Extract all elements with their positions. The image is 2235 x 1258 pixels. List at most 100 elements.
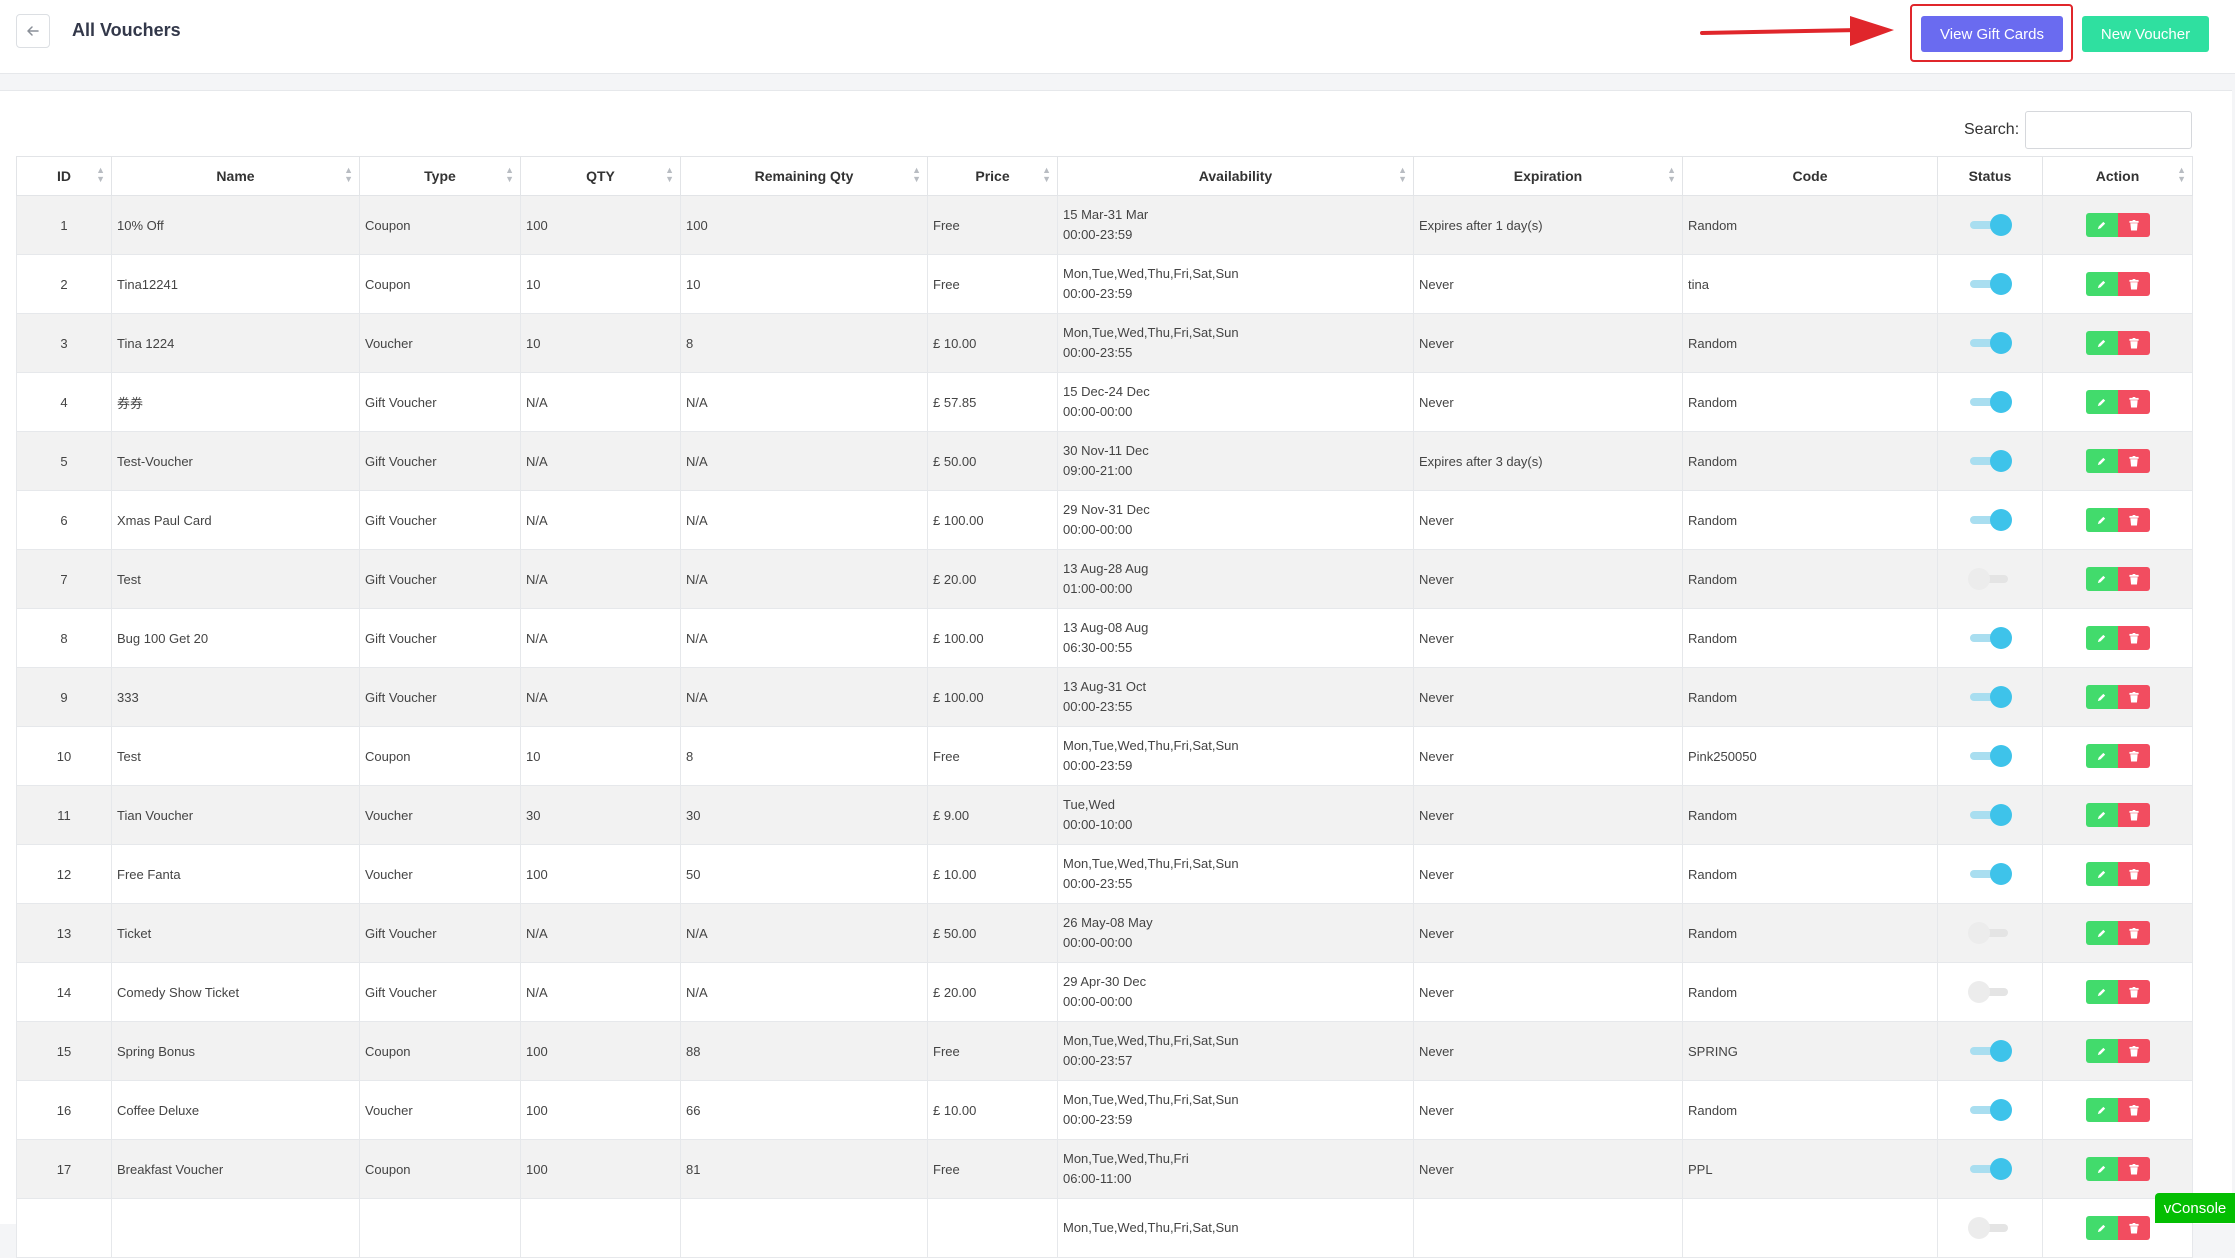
delete-button[interactable] <box>2117 567 2150 591</box>
cell-type: Voucher <box>359 1080 521 1140</box>
status-toggle[interactable] <box>1968 745 2012 767</box>
delete-button[interactable] <box>2117 744 2150 768</box>
status-toggle[interactable] <box>1968 568 2012 590</box>
status-toggle[interactable] <box>1968 1217 2012 1239</box>
edit-button[interactable] <box>2085 685 2118 709</box>
column-header[interactable]: Expiration ▲ ▼ <box>1413 156 1683 196</box>
view-gift-cards-button[interactable]: View Gift Cards <box>1921 16 2063 52</box>
sort-icon[interactable]: ▲ ▼ <box>1398 166 1407 184</box>
delete-button[interactable] <box>2117 331 2150 355</box>
edit-button[interactable] <box>2085 862 2118 886</box>
availability-time: 06:30-00:55 <box>1063 640 1133 655</box>
cell-remaining: N/A <box>680 608 928 668</box>
edit-button[interactable] <box>2085 921 2118 945</box>
edit-button[interactable] <box>2085 803 2118 827</box>
column-header[interactable]: Status <box>1937 156 2043 196</box>
edit-button[interactable] <box>2085 567 2118 591</box>
status-toggle[interactable] <box>1968 332 2012 354</box>
edit-button[interactable] <box>2085 508 2118 532</box>
table-row: 14 Comedy Show Ticket Gift Voucher N/A N/A £ … <box>16 962 2193 1022</box>
sort-icon[interactable]: ▲ ▼ <box>1667 166 1676 184</box>
cell-type: Gift Voucher <box>359 490 521 550</box>
sort-icon[interactable]: ▲ ▼ <box>1042 166 1051 184</box>
edit-button[interactable] <box>2085 1098 2118 1122</box>
toggle-knob <box>1990 214 2012 236</box>
sort-icon[interactable]: ▲ ▼ <box>912 166 921 184</box>
status-toggle[interactable] <box>1968 1099 2012 1121</box>
status-toggle[interactable] <box>1968 214 2012 236</box>
back-button[interactable] <box>16 14 50 48</box>
status-toggle[interactable] <box>1968 863 2012 885</box>
delete-button[interactable] <box>2117 626 2150 650</box>
status-toggle[interactable] <box>1968 686 2012 708</box>
delete-button[interactable] <box>2117 508 2150 532</box>
new-voucher-button[interactable]: New Voucher <box>2082 16 2209 52</box>
column-header[interactable]: ID ▲ ▼ <box>16 156 112 196</box>
edit-button[interactable] <box>2085 980 2118 1004</box>
status-toggle[interactable] <box>1968 1158 2012 1180</box>
edit-button[interactable] <box>2085 449 2118 473</box>
column-header[interactable]: Price ▲ ▼ <box>927 156 1058 196</box>
status-toggle[interactable] <box>1968 922 2012 944</box>
delete-button[interactable] <box>2117 1098 2150 1122</box>
column-header[interactable]: Action ▲ ▼ <box>2042 156 2193 196</box>
column-header[interactable]: QTY ▲ ▼ <box>520 156 681 196</box>
edit-button[interactable] <box>2085 626 2118 650</box>
cell-price: £ 100.00 <box>927 490 1058 550</box>
vconsole-button[interactable]: vConsole <box>2155 1193 2235 1223</box>
pencil-icon <box>2097 280 2106 288</box>
delete-button[interactable] <box>2117 1039 2150 1063</box>
availability-days: Mon,Tue,Wed,Thu,Fri,Sat,Sun <box>1063 266 1239 281</box>
table-row: 8 Bug 100 Get 20 Gift Voucher N/A N/A £ 100.0… <box>16 608 2193 668</box>
sort-icon[interactable]: ▲ ▼ <box>2177 166 2186 184</box>
trash-icon <box>2128 868 2139 880</box>
edit-button[interactable] <box>2085 1216 2118 1240</box>
sort-icon[interactable]: ▲ ▼ <box>505 166 514 184</box>
edit-button[interactable] <box>2085 1039 2118 1063</box>
status-toggle[interactable] <box>1968 273 2012 295</box>
delete-button[interactable] <box>2117 921 2150 945</box>
column-header[interactable]: Remaining Qty ▲ ▼ <box>680 156 928 196</box>
edit-button[interactable] <box>2085 213 2118 237</box>
cell-type <box>359 1198 521 1258</box>
delete-button[interactable] <box>2117 1216 2150 1240</box>
delete-button[interactable] <box>2117 272 2150 296</box>
cell-name: Coffee Deluxe <box>111 1080 360 1140</box>
cell-price: Free <box>927 195 1058 255</box>
delete-button[interactable] <box>2117 390 2150 414</box>
delete-button[interactable] <box>2117 803 2150 827</box>
status-toggle[interactable] <box>1968 509 2012 531</box>
status-toggle[interactable] <box>1968 391 2012 413</box>
sort-icon[interactable]: ▲ ▼ <box>665 166 674 184</box>
cell-availability: Mon,Tue,Wed,Thu,Fri,Sat,Sun 00:00-23:55 <box>1057 844 1414 904</box>
trash-icon <box>2128 396 2139 408</box>
edit-button[interactable] <box>2085 1157 2118 1181</box>
delete-button[interactable] <box>2117 862 2150 886</box>
status-toggle[interactable] <box>1968 450 2012 472</box>
delete-button[interactable] <box>2117 980 2150 1004</box>
status-toggle[interactable] <box>1968 627 2012 649</box>
edit-button[interactable] <box>2085 390 2118 414</box>
cell-price: Free <box>927 1021 1058 1081</box>
cell-type: Voucher <box>359 785 521 845</box>
sort-icon[interactable]: ▲ ▼ <box>344 166 353 184</box>
column-header[interactable]: Type ▲ ▼ <box>359 156 521 196</box>
edit-button[interactable] <box>2085 744 2118 768</box>
column-header[interactable]: Name ▲ ▼ <box>111 156 360 196</box>
delete-button[interactable] <box>2117 1157 2150 1181</box>
delete-button[interactable] <box>2117 685 2150 709</box>
cell-remaining: N/A <box>680 903 928 963</box>
sort-icon[interactable]: ▲ ▼ <box>96 166 105 184</box>
column-header[interactable]: Availability ▲ ▼ <box>1057 156 1414 196</box>
status-toggle[interactable] <box>1968 1040 2012 1062</box>
status-toggle[interactable] <box>1968 804 2012 826</box>
column-header[interactable]: Code <box>1682 156 1938 196</box>
status-toggle[interactable] <box>1968 981 2012 1003</box>
cell-qty: N/A <box>520 962 681 1022</box>
delete-button[interactable] <box>2117 449 2150 473</box>
edit-button[interactable] <box>2085 331 2118 355</box>
table-row: Mon,Tue,Wed,Thu,Fri,Sat,Sun <box>16 1198 2193 1258</box>
delete-button[interactable] <box>2117 213 2150 237</box>
search-input[interactable] <box>2025 111 2192 149</box>
edit-button[interactable] <box>2085 272 2118 296</box>
